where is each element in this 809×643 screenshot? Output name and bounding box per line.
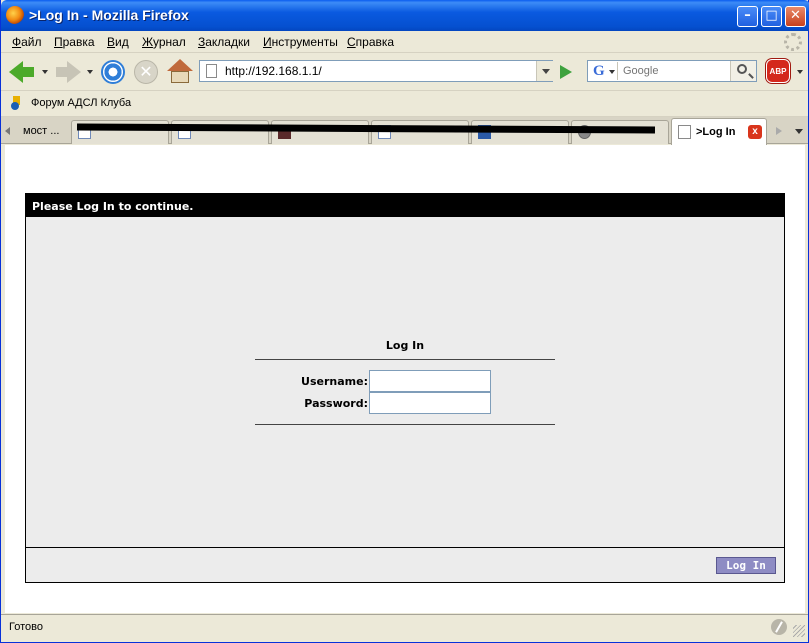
status-pencil-icon[interactable] [771, 619, 787, 635]
tab-close-icon[interactable]: x [748, 125, 762, 139]
status-bar: Готово [1, 614, 808, 641]
close-button[interactable]: ✕ [785, 6, 806, 27]
page-content: Please Log In to continue. Log In Userna… [5, 145, 805, 613]
search-button[interactable] [730, 61, 756, 81]
title-bar[interactable]: >Log In - Mozilla Firefox – □ ✕ [1, 0, 809, 31]
tab-active-label: >Log In [696, 126, 736, 138]
footer-divider [26, 547, 784, 548]
bookmark-favicon-icon [11, 96, 25, 110]
home-icon[interactable] [167, 59, 193, 85]
back-history-dropdown-icon[interactable] [42, 70, 48, 74]
panel-header: Please Log In to continue. [26, 194, 784, 217]
menu-history[interactable]: Журнал [142, 35, 186, 49]
menu-view[interactable]: Вид [107, 35, 129, 49]
form-title: Log In [385, 339, 425, 352]
bookmarks-toolbar: Форум АДСЛ Клуба [1, 91, 808, 117]
address-dropdown-icon[interactable] [536, 61, 553, 81]
stop-icon[interactable]: ✕ [134, 60, 158, 84]
adblock-dropdown-icon[interactable] [797, 70, 803, 74]
forward-arrow-icon [67, 61, 81, 83]
password-input[interactable] [369, 392, 491, 414]
go-icon[interactable] [560, 65, 572, 79]
login-form: Log In Username: Password: [255, 334, 555, 426]
address-bar[interactable]: http://192.168.1.1/ [199, 60, 553, 82]
menu-edit[interactable]: Правка [54, 35, 95, 49]
menu-bar: Файл Правка Вид Журнал Закладки Инструме… [1, 31, 808, 53]
tab-scroll-left-icon[interactable] [5, 127, 10, 135]
search-engine-icon[interactable]: G [590, 62, 618, 80]
browser-window: >Log In - Mozilla Firefox – □ ✕ Файл Пра… [0, 0, 809, 643]
divider [255, 359, 555, 360]
window-title: >Log In - Mozilla Firefox [29, 7, 189, 23]
search-bar: G [587, 60, 757, 82]
reload-icon[interactable] [101, 60, 125, 84]
tab-scroll-right-icon[interactable] [771, 121, 789, 141]
status-text: Готово [9, 621, 43, 633]
menu-file[interactable]: Файл [12, 35, 42, 49]
menu-tools[interactable]: Инструменты [263, 35, 338, 49]
tab-first-label[interactable]: мост ... [23, 125, 59, 137]
bookmark-adsl-forum[interactable]: Форум АДСЛ Клуба [31, 97, 131, 109]
divider [255, 424, 555, 425]
minimize-button[interactable]: – [737, 6, 758, 27]
magnifier-icon [737, 64, 747, 74]
forward-history-dropdown-icon[interactable] [87, 70, 93, 74]
tab-active-login[interactable]: >Log In x [671, 118, 767, 145]
maximize-button[interactable]: □ [761, 6, 782, 27]
back-arrow-icon [9, 61, 23, 83]
search-input[interactable] [621, 62, 729, 80]
login-panel: Please Log In to continue. Log In Userna… [25, 193, 785, 583]
login-button[interactable]: Log In [716, 557, 776, 574]
throbber-icon [784, 33, 802, 51]
firefox-icon [6, 6, 24, 24]
page-icon [206, 64, 217, 78]
page-icon [678, 125, 691, 139]
menu-bookmarks[interactable]: Закладки [198, 35, 250, 49]
url-text[interactable]: http://192.168.1.1/ [225, 64, 322, 78]
menu-help[interactable]: Справка [347, 35, 394, 49]
username-input[interactable] [369, 370, 491, 392]
adblock-plus-icon[interactable]: ABP [766, 59, 790, 83]
resize-grip-icon[interactable] [793, 625, 805, 637]
tab-list-dropdown-icon[interactable] [791, 121, 807, 141]
password-label: Password: [304, 397, 368, 410]
username-label: Username: [301, 375, 368, 388]
